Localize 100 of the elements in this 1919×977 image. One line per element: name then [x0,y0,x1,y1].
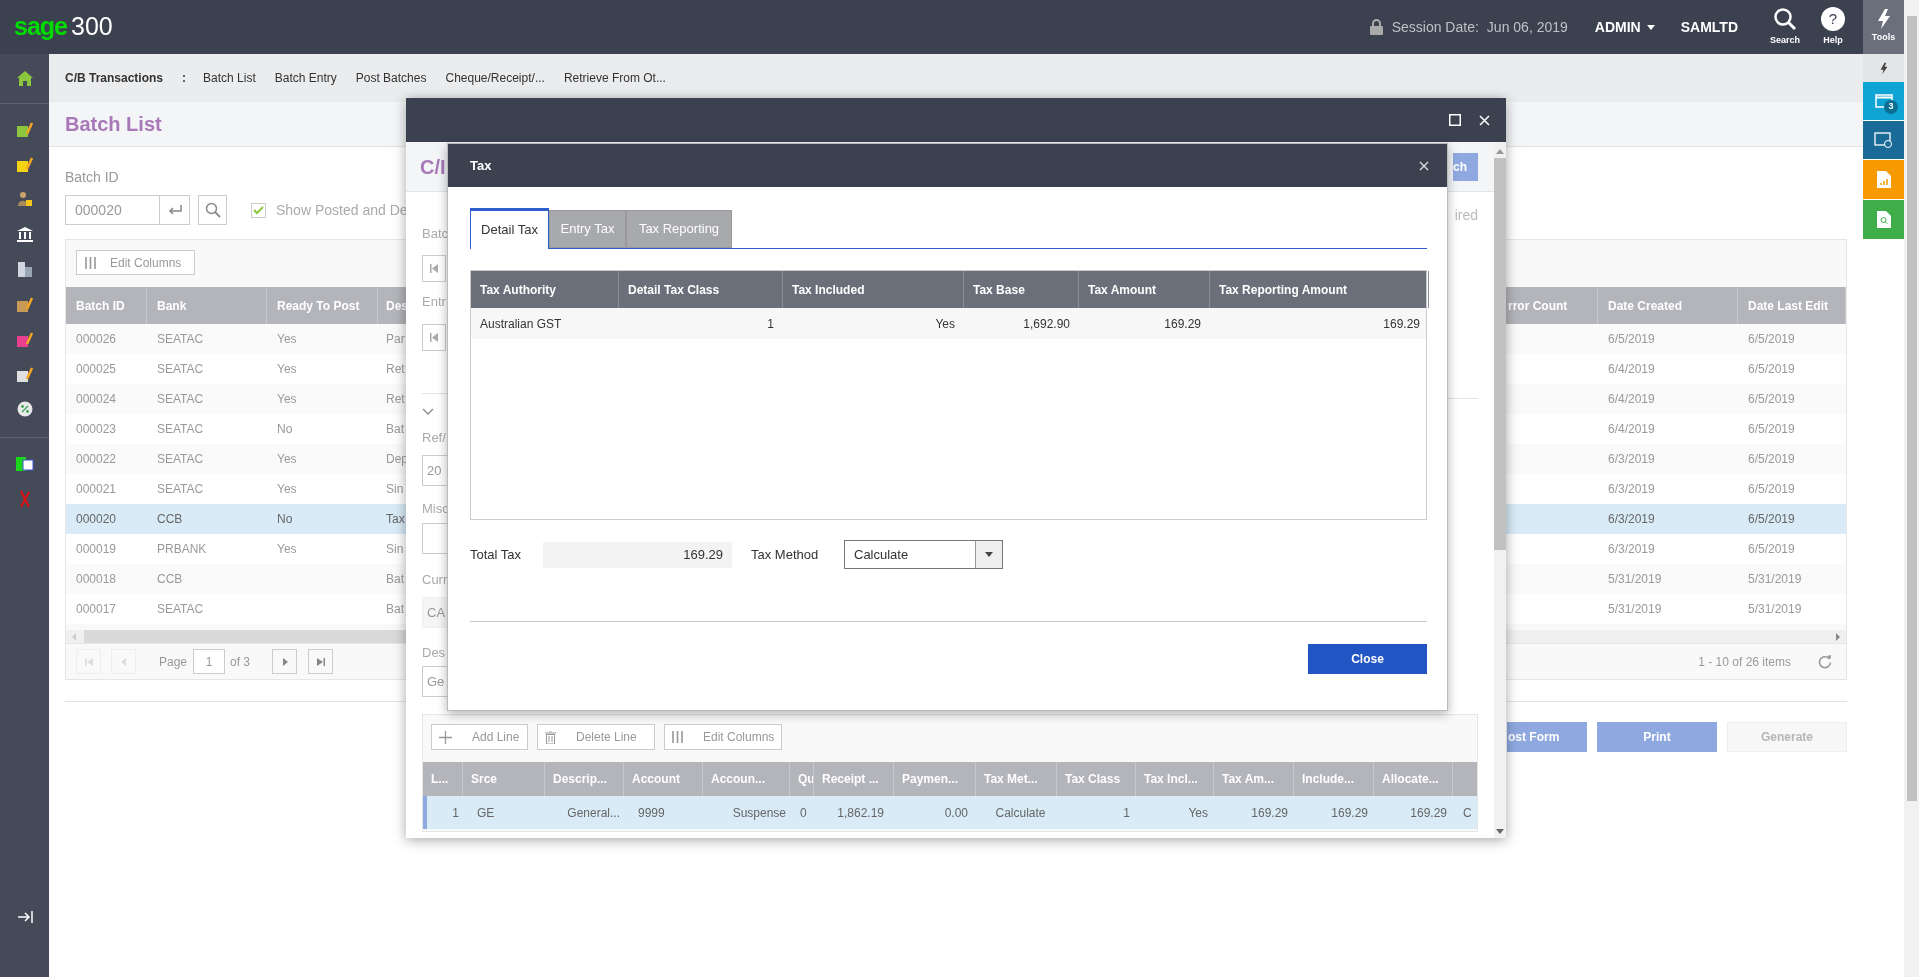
report-chart-icon[interactable] [1876,171,1891,188]
scroll-right-icon[interactable] [1833,631,1843,642]
chevron-down-icon[interactable] [422,408,434,415]
table-cell-text: SEATAC [156,451,205,468]
table-cell-text: 6/5/2019 [1747,511,1796,528]
table-cell-text: 000023 [75,421,118,438]
breadcrumb-link[interactable]: Batch List [203,69,256,87]
page-number-field[interactable]: 1 [193,649,226,674]
breadcrumb-link[interactable]: Batch Entry [274,69,337,87]
close-icon[interactable] [1419,160,1429,171]
search-button[interactable] [198,195,227,225]
table-cell-text: Yes [276,391,298,408]
refresh-icon[interactable] [1818,654,1832,669]
table-cell-text: Yes [276,361,298,378]
required-note: ired [1454,206,1478,225]
table-cell-text: Yes [934,315,956,333]
action-button[interactable]: Print [1597,722,1717,752]
first-record-button[interactable] [422,255,446,282]
table-cell-text: 5/31/2019 [1747,601,1803,618]
scroll-up-icon[interactable] [1496,149,1504,154]
table-cell-text: Sin [385,541,405,558]
page-scrollbar[interactable] [1904,0,1919,977]
breadcrumb-separator: : [182,70,187,87]
toolbar-button[interactable]: Add Line [431,724,528,750]
page-count: of 3 [230,653,251,671]
collapse-arrow-icon[interactable] [16,911,33,923]
action-button[interactable]: ost Form [1507,722,1587,752]
table-cell-text: Ret [385,361,406,378]
home-icon[interactable] [16,71,33,86]
table-cell-text: Calculate [994,804,1047,822]
table-cell-text: SEATAC [156,481,205,498]
breadcrumb-link[interactable]: Post Batches [355,69,427,87]
table-cell-text: 5/31/2019 [1747,571,1803,588]
table-cell-text: 6/5/2019 [1747,421,1796,438]
table-cell-text: 000020 [75,511,118,528]
dialog-title: Tax [470,156,492,175]
table-cell-text: C [1462,804,1473,822]
sage-logo[interactable]: sage 300 [14,8,113,46]
table-cell-text: 5/31/2019 [1607,601,1663,618]
table-cell-text: GE [476,804,496,822]
document-search-icon[interactable] [1876,211,1891,228]
table-cell-text: Tax [385,511,406,528]
table-cell-text: SEATAC [156,361,205,378]
close-button[interactable]: Close [1308,644,1427,674]
table-cell-text: 6/5/2019 [1607,331,1656,348]
user-menu[interactable]: ADMIN [1594,16,1655,38]
help-button[interactable]: ? Help [1815,6,1851,48]
lightning-icon[interactable] [1879,61,1888,75]
table-cell-text: SEATAC [156,391,205,408]
field-label: Ref/ [422,430,447,446]
percent-icon[interactable] [16,400,33,417]
cross-mark-icon[interactable] [18,489,31,508]
tax-method-dropdown[interactable]: Calculate [844,540,1003,569]
breadcrumb-title: C/B Transactions [65,70,164,87]
batch-id-field[interactable]: 000020 [65,195,160,225]
next-page-button[interactable] [272,649,298,674]
table-cell-text: 1 [1122,804,1131,822]
box-pencil-icon[interactable] [15,295,34,312]
open-windows-button[interactable]: 3 [1863,82,1904,120]
breadcrumb-link[interactable]: Retrieve From Ot... [563,69,666,87]
maximize-icon[interactable] [1449,114,1461,126]
tab[interactable]: Detail Tax [470,208,549,249]
form-button[interactable]: ch [1453,152,1478,181]
item-count: 1 - 10 of 26 items [1698,653,1791,671]
table-cell-text: SEATAC [156,331,205,348]
last-page-button[interactable] [308,649,334,674]
table-cell-text: 000025 [75,361,118,378]
enter-button[interactable] [160,195,190,225]
table-cell-text: Yes [1187,804,1209,822]
table-cell-text: 000026 [75,331,118,348]
toolbar-button[interactable]: Delete Line [537,724,655,750]
table-cell-text: 0.00 [943,804,969,822]
lock-icon [1369,19,1383,35]
table-cell-text: 6/3/2019 [1607,481,1656,498]
edit-columns-button[interactable]: Edit Columns [76,250,195,275]
count-badge: 3 [1884,100,1898,114]
buildings-icon[interactable] [16,260,33,277]
vertical-scrollbar[interactable] [1494,142,1506,838]
company-name[interactable]: SAMLTD [1680,16,1738,38]
person-lock-icon[interactable] [16,190,33,207]
bank-icon[interactable] [15,225,34,242]
last-page-icon [315,656,326,667]
field-label: Tax Method [751,545,820,564]
first-record-button[interactable] [422,324,446,351]
scroll-down-icon[interactable] [1496,829,1504,834]
tab[interactable]: Entry Tax [549,210,626,248]
table-cell-text: 000021 [75,481,118,498]
checkbox[interactable] [251,202,266,218]
search-button[interactable]: Search [1765,6,1805,48]
search-icon [1773,6,1797,31]
session-date-label: Session Date: [1391,17,1479,37]
grid-row[interactable]: 1 GE General... 9999 Suspense 0 1,862.19 0.00 Calculate 1 Yes 169.29 169.29 169.29 C [423,796,1477,829]
table-cell-text: Bat [385,601,405,618]
tools-button[interactable]: Tools [1863,0,1904,54]
table-cell-text: SEATAC [156,421,205,438]
breadcrumb-link[interactable]: Cheque/Receipt/... [445,69,545,87]
tab[interactable]: Tax Reporting [626,210,732,248]
table-cell-text: 6/5/2019 [1747,541,1796,558]
toolbar-button[interactable]: Edit Columns [664,724,782,750]
table-cell-text: 5/31/2019 [1607,571,1663,588]
